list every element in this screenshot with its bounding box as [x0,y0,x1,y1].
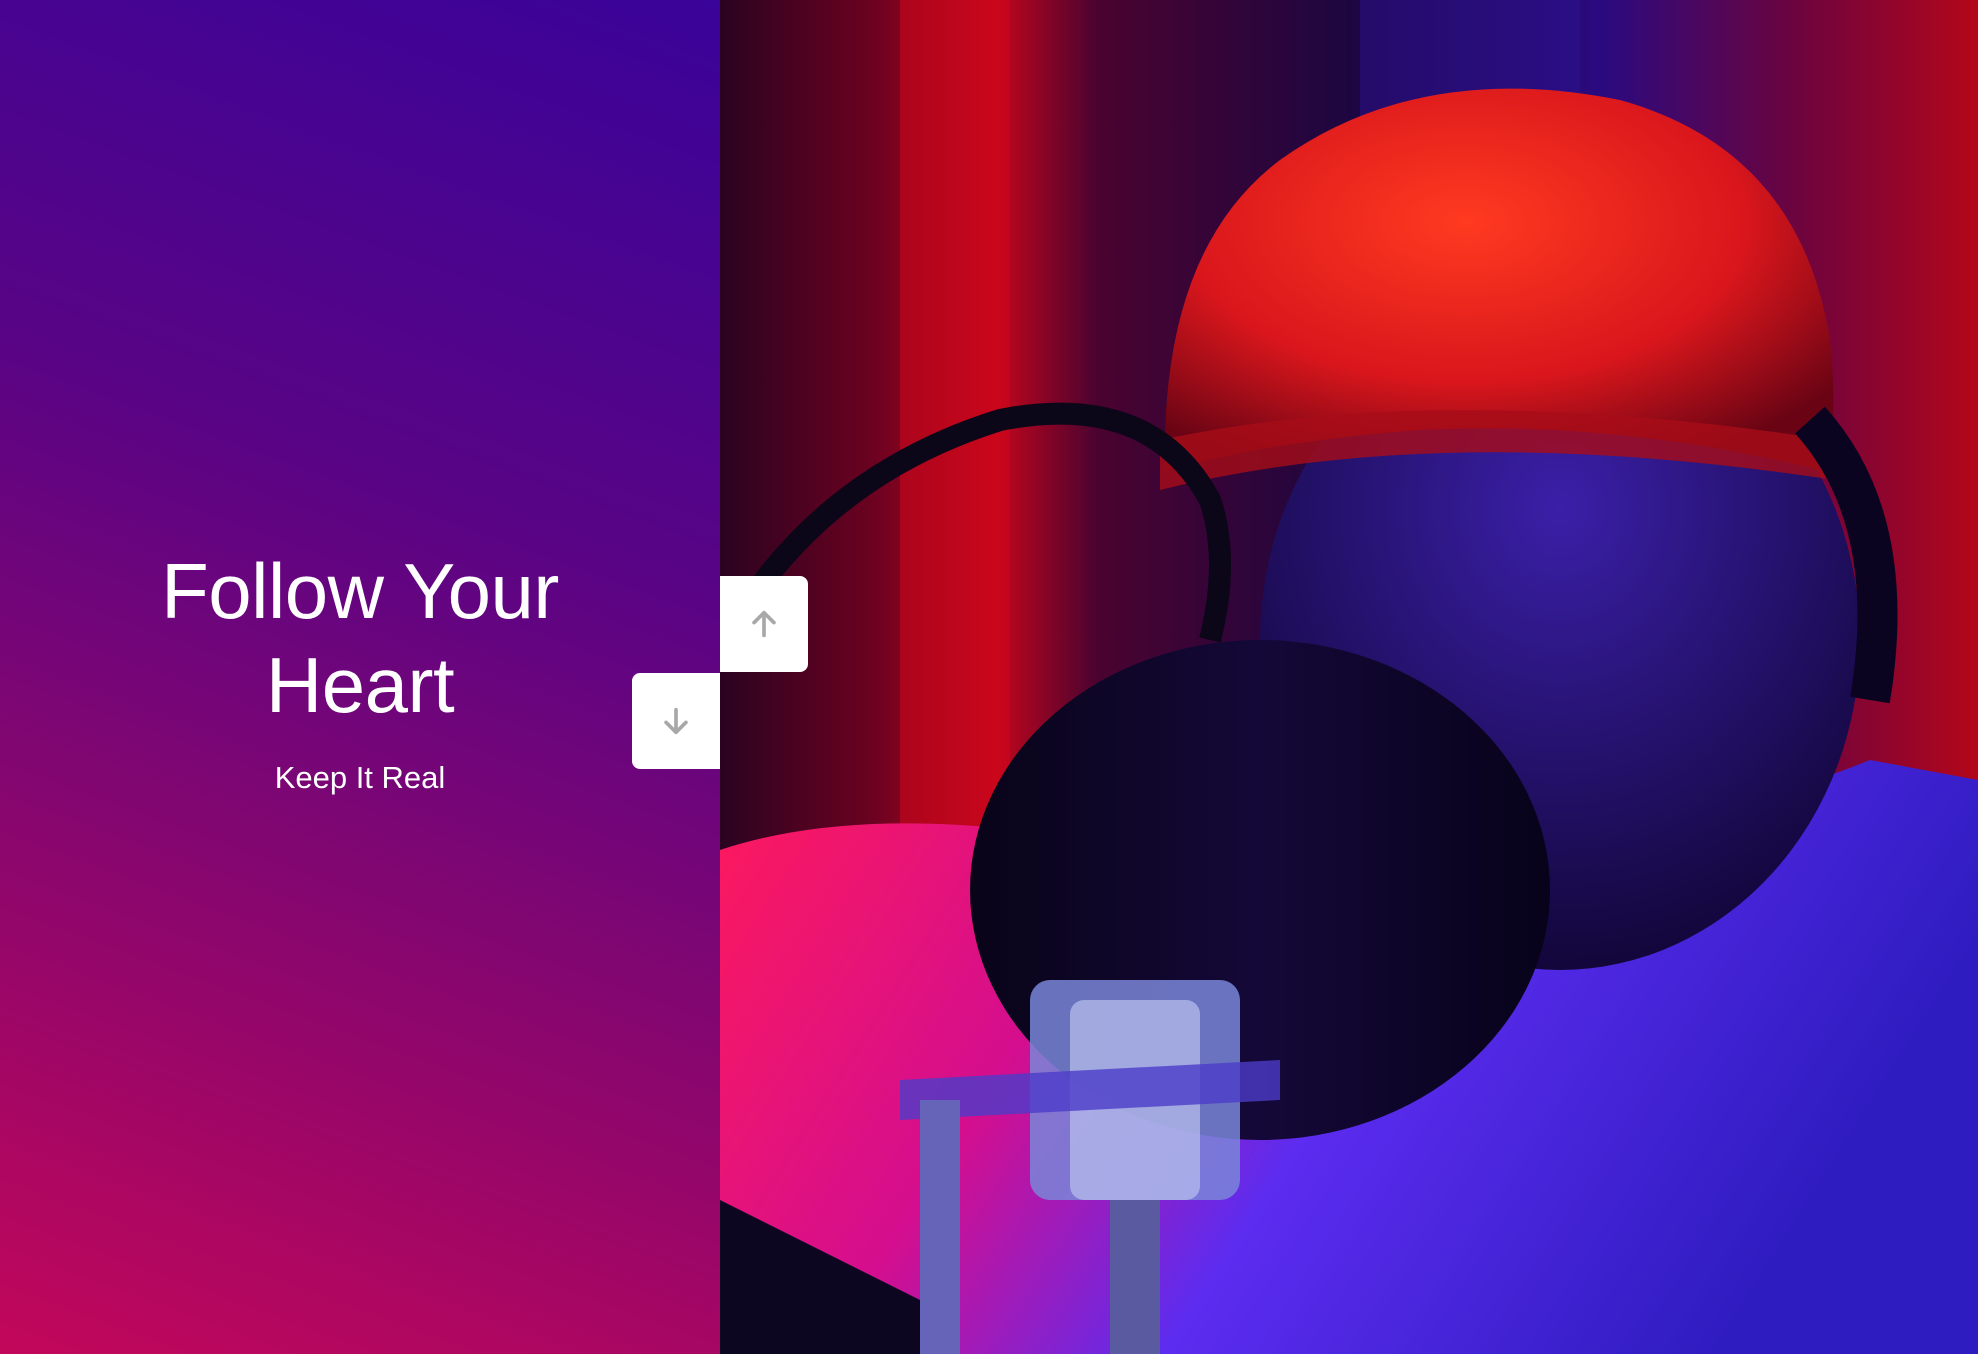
slide-text-panel: Follow Your Heart Keep It Real [0,0,720,1354]
slide-subtitle: Keep It Real [274,760,446,795]
studio-photo [720,0,1978,1354]
slide-up-button[interactable] [720,576,808,672]
slide-down-button[interactable] [632,673,720,769]
slide-title: Follow Your Heart [161,544,559,732]
arrow-up-icon [752,610,776,638]
arrow-down-icon [664,707,688,735]
slide-title-line-2: Heart [265,641,455,729]
slide-image [720,0,1978,1354]
slide-title-line-1: Follow Your [161,547,559,635]
